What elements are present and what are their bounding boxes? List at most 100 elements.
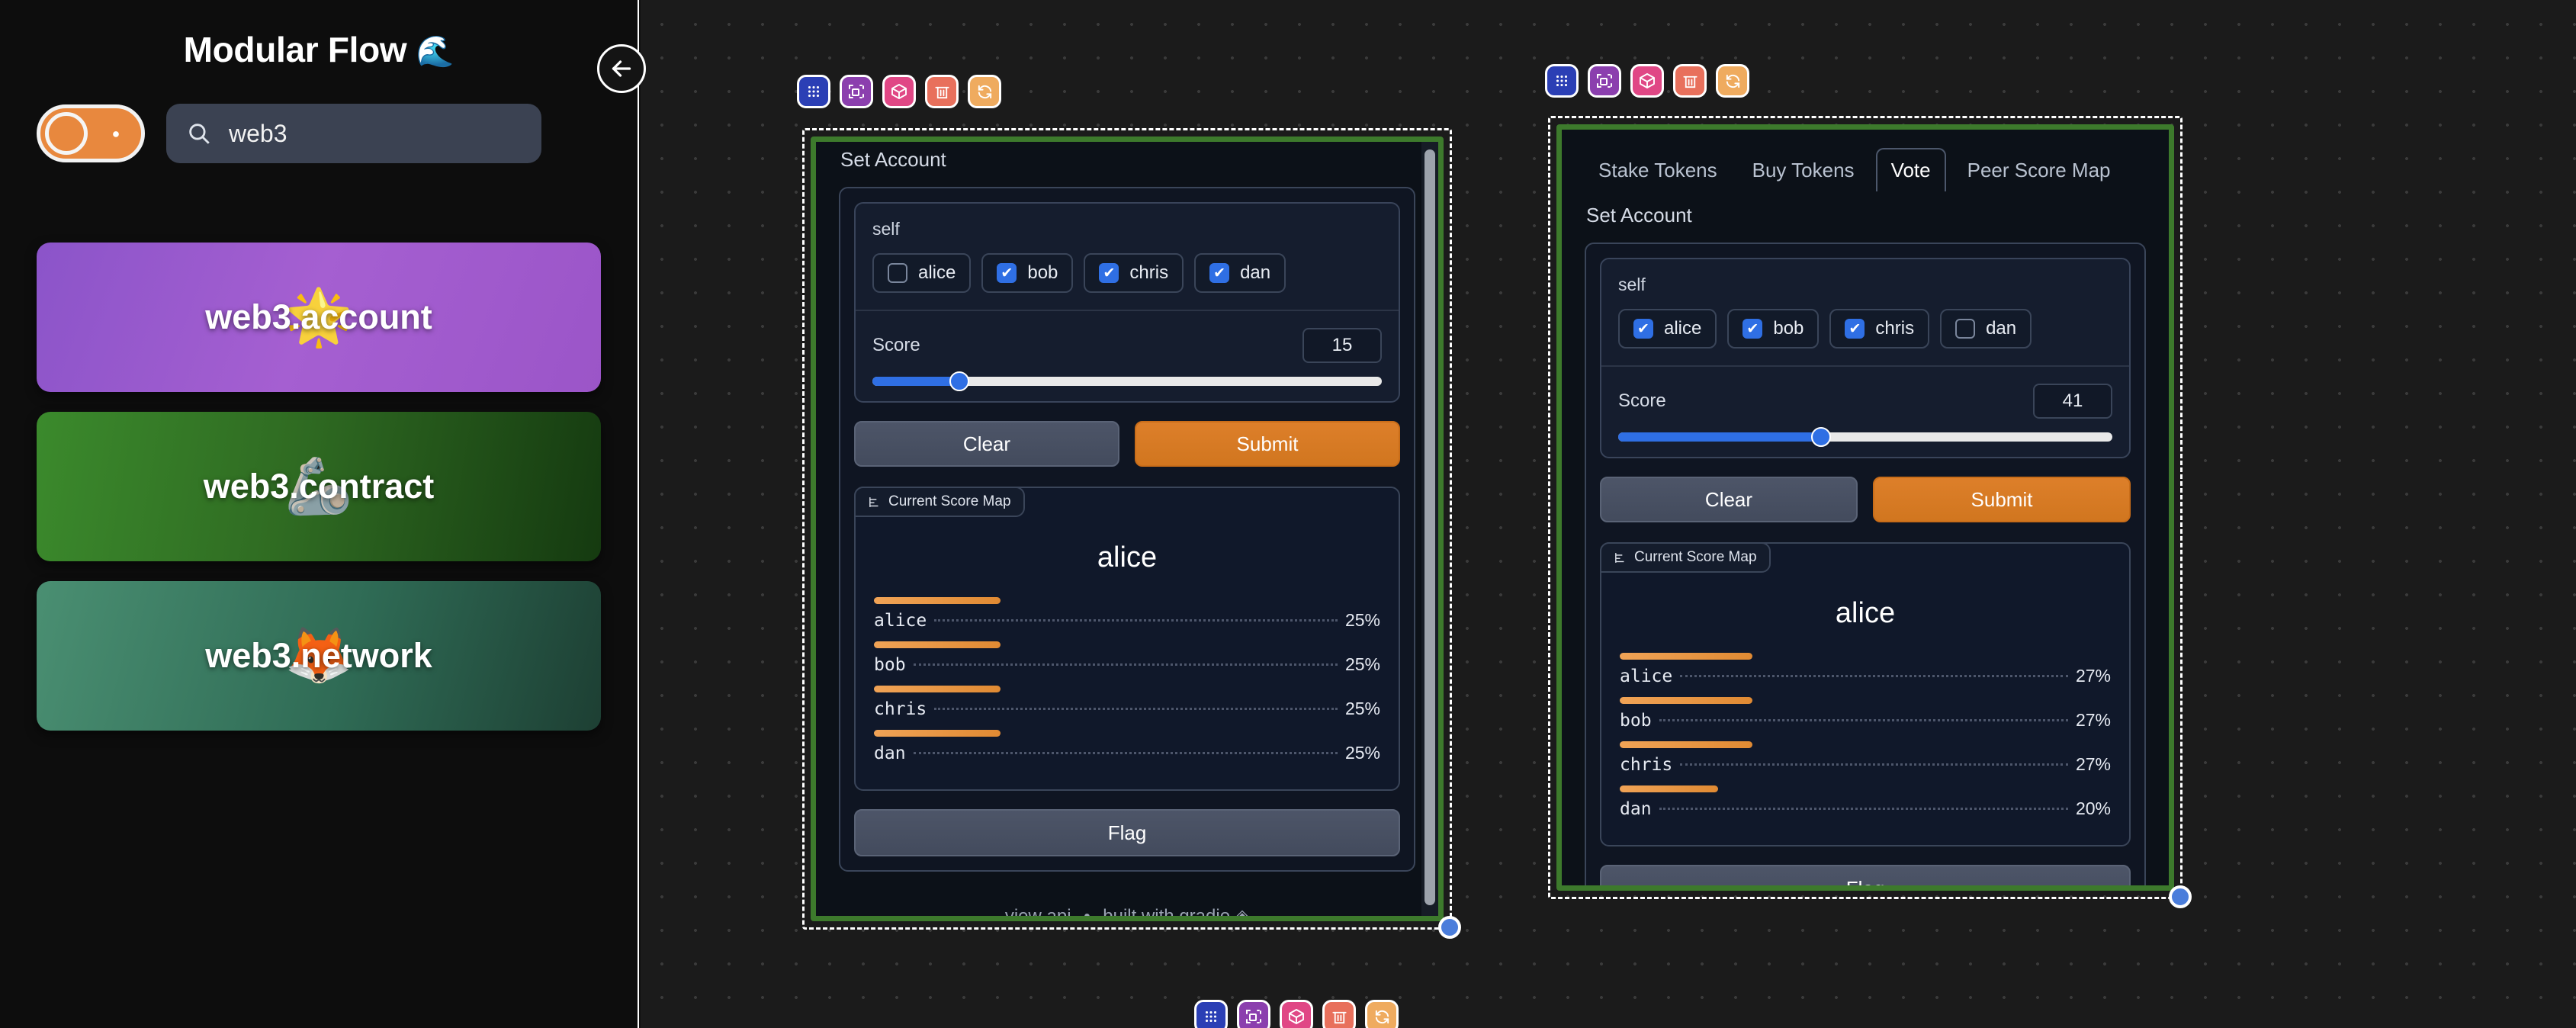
score-name: dan (1620, 799, 1652, 819)
resize-icon-button[interactable] (840, 75, 873, 108)
node-toolbar-right (1545, 64, 1749, 98)
score-slider[interactable] (1618, 427, 2112, 447)
score-map-tag: Current Score Map (854, 487, 1025, 517)
slider-fill (1618, 432, 1821, 442)
resize-handle[interactable] (1438, 916, 1461, 939)
flag-button-row: Flag (1600, 865, 2131, 885)
resize-icon-button[interactable] (1237, 1000, 1270, 1028)
slider-thumb[interactable] (949, 371, 969, 391)
tab-bar: Stake Tokens Buy Tokens Vote Peer Score … (1585, 148, 2146, 191)
flag-button[interactable]: Flag (1600, 865, 2131, 885)
checkbox-dan[interactable]: dan (1194, 253, 1286, 293)
layers-icon (101, 118, 131, 150)
search-value: web3 (229, 119, 287, 147)
checkbox-box[interactable] (1209, 263, 1230, 283)
form-panel: self alice bob (839, 187, 1415, 872)
score-pct: 25% (1344, 610, 1380, 630)
score-slider[interactable] (872, 371, 1382, 391)
checkbox-chris[interactable]: chris (1829, 309, 1930, 349)
trash-icon-button[interactable] (1673, 64, 1707, 98)
checkbox-bob[interactable]: bob (981, 253, 1074, 293)
search-input[interactable]: web3 (166, 104, 541, 163)
flag-button[interactable]: Flag (854, 809, 1400, 856)
flag-button-row: Flag (854, 809, 1400, 856)
checkbox-box[interactable] (888, 263, 907, 283)
tab-stake-tokens[interactable]: Stake Tokens (1585, 149, 1731, 191)
resize-handle[interactable] (2169, 885, 2192, 908)
node-scroll-area[interactable]: Stake Tokens Buy Tokens Vote Peer Score … (1562, 130, 2169, 885)
submit-button[interactable]: Submit (1873, 477, 2131, 522)
view-api-link[interactable]: view api (1005, 906, 1071, 916)
back-button[interactable] (597, 44, 646, 93)
sync-icon-button[interactable] (1716, 64, 1749, 98)
checkbox-alice[interactable]: alice (1618, 309, 1717, 349)
action-buttons: Clear Submit (854, 421, 1400, 467)
checkbox-box[interactable] (997, 263, 1017, 283)
sync-icon-button[interactable] (968, 75, 1001, 108)
card-web3-account[interactable]: 🌟 web3.account (37, 243, 601, 392)
score-number-input[interactable]: 15 (1302, 328, 1382, 363)
field-label-self: self (1618, 275, 1646, 294)
built-with-gradio-link[interactable]: built with gradio (1103, 906, 1230, 916)
wave-icon: 🌊 (416, 35, 454, 69)
sync-icon-button[interactable] (1365, 1000, 1399, 1028)
score-dots (934, 708, 1338, 710)
slider-fill (872, 377, 959, 386)
app-title-text: Modular Flow (183, 30, 407, 69)
module-card-list: 🌟 web3.account 🦾 web3.contract 🦊 web3.ne… (37, 243, 601, 750)
resize-icon-button[interactable] (1588, 64, 1621, 98)
checkbox-label: chris (1875, 318, 1915, 339)
checkbox-group: alice bob chris (1618, 309, 2112, 349)
flow-node-left[interactable]: Set Account self alice ✔ bob ✔ chris ✔ d… (802, 128, 1461, 939)
app-root: Modular Flow 🌊 web3 🌟 web3.account 🦾 web… (0, 0, 2576, 1028)
score-dots (1659, 719, 2068, 721)
grid-icon-button[interactable] (797, 75, 830, 108)
checkbox-box[interactable] (1742, 319, 1763, 339)
clear-button[interactable]: Clear (854, 421, 1119, 467)
grid-icon-button[interactable] (1194, 1000, 1228, 1028)
input-group: self alice bob (1600, 258, 2131, 458)
checkbox-box[interactable] (1099, 263, 1119, 283)
node-toolbar-bottom (1194, 1000, 1399, 1028)
card-label: web3.account (205, 297, 432, 336)
checkbox-chris[interactable]: chris (1084, 253, 1184, 293)
score-name: bob (1620, 711, 1652, 731)
checkbox-label: dan (1240, 262, 1271, 283)
sidebar-controls: web3 (37, 104, 541, 163)
grid-icon-button[interactable] (1545, 64, 1579, 98)
score-pct: 25% (1344, 743, 1380, 763)
flow-canvas[interactable]: Set Account self alice ✔ bob ✔ chris ✔ d… (641, 0, 2576, 1028)
trash-icon-button[interactable] (925, 75, 959, 108)
score-name: bob (874, 655, 906, 675)
tab-buy-tokens[interactable]: Buy Tokens (1739, 149, 1868, 191)
node-frame: Stake Tokens Buy Tokens Vote Peer Score … (1556, 124, 2174, 891)
node-scroll-area[interactable]: Set Account self alice ✔ bob ✔ chris ✔ d… (816, 142, 1438, 916)
card-web3-contract[interactable]: 🦾 web3.contract (37, 412, 601, 561)
tab-vote[interactable]: Vote (1875, 148, 1946, 191)
score-dots (1680, 675, 2068, 677)
checkbox-box[interactable] (1633, 319, 1653, 339)
trash-icon-button[interactable] (1322, 1000, 1356, 1028)
slider-thumb[interactable] (1810, 427, 1831, 447)
cube-icon-button[interactable] (882, 75, 916, 108)
checkbox-alice[interactable]: alice (872, 253, 972, 293)
checkbox-dan[interactable]: dan (1940, 309, 2032, 349)
tab-peer-score-map[interactable]: Peer Score Map (1954, 149, 2125, 191)
cube-icon-button[interactable] (1280, 1000, 1313, 1028)
cube-icon-button[interactable] (1630, 64, 1664, 98)
vertical-scrollbar[interactable] (1425, 149, 1435, 905)
clear-button[interactable]: Clear (1600, 477, 1858, 522)
score-row-chris: chris 25% (874, 686, 1380, 719)
submit-button[interactable]: Submit (1135, 421, 1400, 467)
brand-toggle[interactable] (37, 104, 145, 162)
checkbox-bob[interactable]: bob (1727, 309, 1820, 349)
checkbox-label: bob (1773, 318, 1804, 339)
slider-label: Score (872, 335, 920, 355)
score-dots (1659, 808, 2068, 810)
flow-node-right[interactable]: Stake Tokens Buy Tokens Vote Peer Score … (1548, 116, 2192, 908)
score-number-input[interactable]: 41 (2033, 384, 2112, 419)
bar-chart-icon (1615, 552, 1624, 563)
card-web3-network[interactable]: 🦊 web3.network (37, 581, 601, 731)
checkbox-box[interactable] (1955, 319, 1976, 339)
checkbox-box[interactable] (1845, 319, 1865, 339)
